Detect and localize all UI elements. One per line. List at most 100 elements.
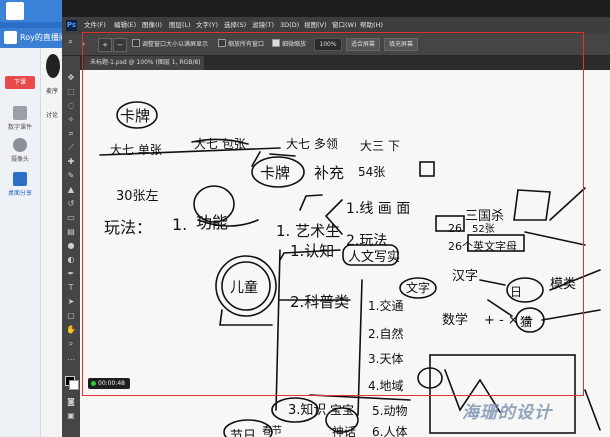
sidebar-item-screen-share[interactable]: 桌面分享 (5, 172, 35, 197)
background-color-swatch[interactable] (69, 380, 79, 390)
svg-text:节日: 节日 (230, 429, 256, 437)
svg-text:大七 单张: 大七 单张 (110, 143, 162, 157)
svg-text:人文写实: 人文写实 (348, 250, 400, 265)
eyedropper-icon[interactable]: ⟋ (65, 142, 77, 154)
menu-filter[interactable]: 滤镜(T) (252, 17, 274, 34)
svg-text:30张左: 30张左 (116, 189, 159, 204)
document-tab-bar: 未标题-1.psd @ 100% (图层 1, RGB/8) × (80, 56, 610, 80)
courseware-icon (13, 106, 27, 120)
zoom-icon[interactable]: ⌕ (65, 338, 77, 350)
pen-icon[interactable]: ✒ (65, 268, 77, 280)
history-brush-icon[interactable]: ↺ (65, 198, 77, 210)
menu-select[interactable]: 选择(S) (224, 17, 246, 34)
dodge-icon[interactable]: ◐ (65, 254, 77, 266)
svg-text:猫: 猫 (520, 315, 532, 329)
end-class-button[interactable]: 下课 (5, 76, 35, 89)
document-canvas[interactable]: 卡牌 大七 单张 大七 包张 大七 多领 大三 下 卡牌 补充 54张 30张左… (80, 70, 610, 437)
svg-text:功能: 功能 (196, 213, 228, 232)
photoshop-logo: Ps (66, 20, 77, 31)
sidebar-item-camera[interactable]: 摄像头 (5, 138, 35, 163)
svg-text:模类: 模类 (550, 277, 576, 292)
tool-preset-chevron-icon[interactable]: ▾ (82, 39, 85, 50)
menu-3d[interactable]: 3D(D) (280, 17, 299, 34)
crop-icon[interactable]: ⌗ (65, 128, 77, 140)
zoom-all-windows-checkbox[interactable]: 缩放所有窗口 (218, 39, 264, 50)
desktop-taskbar-top (0, 0, 62, 22)
screen-mode-icon[interactable]: ▣ (65, 410, 77, 422)
healing-icon[interactable]: ✚ (65, 156, 77, 168)
checkbox-icon (132, 39, 140, 47)
checkbox-checked-icon (272, 39, 280, 47)
svg-text:宝宝: 宝宝 (330, 403, 354, 417)
sketch-drawing: 卡牌 大七 单张 大七 包张 大七 多领 大三 下 卡牌 补充 54张 30张左… (99, 101, 601, 437)
resize-windows-checkbox[interactable]: 调整窗口大小以满屏显示 (132, 39, 208, 50)
blur-icon[interactable]: ● (65, 240, 77, 252)
stamp-icon[interactable]: ▲ (65, 184, 77, 196)
svg-text:日: 日 (510, 285, 522, 299)
magic-wand-icon[interactable]: ✧ (65, 114, 77, 126)
marquee-icon[interactable]: ⬚ (65, 86, 77, 98)
svg-text:三国杀: 三国杀 (465, 209, 504, 224)
svg-text:大七 多领: 大七 多领 (286, 137, 338, 151)
document-tab[interactable]: 未标题-1.psd @ 100% (图层 1, RGB/8) × (84, 56, 204, 80)
svg-text:春节: 春节 (262, 425, 282, 437)
lasso-icon[interactable]: ◌ (65, 100, 77, 112)
menu-bar: Ps 文件(F) 编辑(E) 图像(I) 图层(L) 文字(Y) 选择(S) 滤… (62, 17, 610, 34)
zoom-in-icon[interactable]: + (98, 38, 112, 52)
checkbox-icon (218, 39, 226, 47)
svg-text:1. 艺术生: 1. 艺术生 (276, 222, 340, 240)
menu-type[interactable]: 文字(Y) (196, 17, 218, 34)
svg-text:26个英文字母: 26个英文字母 (448, 239, 517, 253)
path-select-icon[interactable]: ➤ (65, 296, 77, 308)
svg-text:2.玩法: 2.玩法 (346, 233, 387, 249)
menu-window[interactable]: 窗口(W) (332, 17, 357, 34)
svg-text:4.地域: 4.地域 (368, 379, 403, 393)
sketch-title-card: 卡牌 (120, 107, 150, 125)
menu-view[interactable]: 视图(V) (304, 17, 327, 34)
zoom-level-field[interactable]: 100% (314, 38, 342, 51)
fill-screen-button[interactable]: 填充屏幕 (384, 38, 418, 51)
type-icon[interactable]: T (65, 282, 77, 294)
menu-image[interactable]: 图像(I) (142, 17, 162, 34)
more-icon[interactable]: ⋯ (65, 354, 77, 366)
svg-text:神话: 神话 (332, 425, 356, 437)
svg-text:1.交通: 1.交通 (368, 298, 403, 313)
svg-text:大七 包张: 大七 包张 (194, 137, 246, 151)
scrubby-zoom-checkbox[interactable]: 细微缩放 (272, 39, 306, 50)
app-sidebar: 下课 数字课件 摄像头 桌面分享 (0, 48, 41, 437)
recording-dot-icon (91, 381, 96, 386)
desktop-app-icon[interactable] (6, 2, 24, 20)
eraser-icon[interactable]: ▭ (65, 212, 77, 224)
svg-text:汉字: 汉字 (452, 269, 478, 284)
menu-edit[interactable]: 编辑(E) (114, 17, 136, 34)
menu-layer[interactable]: 图层(L) (169, 17, 191, 34)
brush-icon[interactable]: ✎ (65, 170, 77, 182)
screen-share-icon (13, 172, 27, 186)
recording-timer: 00:00:48 (88, 378, 130, 389)
menu-file[interactable]: 文件(F) (84, 17, 106, 34)
camera-icon (13, 138, 27, 152)
zoom-tool-icon[interactable]: ⌕ (68, 37, 73, 48)
svg-text:大三 下: 大三 下 (360, 139, 400, 153)
home-icon[interactable] (4, 31, 17, 44)
svg-text:玩法：: 玩法： (104, 218, 152, 237)
svg-text:2.科普类: 2.科普类 (290, 293, 349, 311)
gradient-icon[interactable]: ▤ (65, 226, 77, 238)
panel-label-queue: 麦序 (46, 88, 59, 95)
svg-text:1.线 画 面: 1.线 画 面 (346, 201, 410, 217)
quick-mask-icon[interactable]: ◙ (65, 396, 77, 408)
svg-text:儿童: 儿童 (230, 279, 258, 296)
svg-text:1.: 1. (172, 215, 187, 234)
shape-icon[interactable]: ▢ (65, 310, 77, 322)
hand-icon[interactable]: ✋ (65, 324, 77, 336)
panel-label-discussion: 讨论 (46, 112, 59, 119)
fit-screen-button[interactable]: 适合屏幕 (346, 38, 380, 51)
svg-text:52张: 52张 (472, 223, 495, 235)
svg-text:3.知识: 3.知识 (288, 402, 326, 418)
zoom-out-icon[interactable]: − (113, 38, 127, 52)
svg-text:1.认知: 1.认知 (290, 242, 334, 260)
move-icon[interactable]: ✥ (65, 72, 77, 84)
sidebar-item-courseware[interactable]: 数字课件 (5, 106, 35, 131)
menu-help[interactable]: 帮助(H) (360, 17, 383, 34)
watermark-text: 海珊的设计 (462, 403, 552, 423)
